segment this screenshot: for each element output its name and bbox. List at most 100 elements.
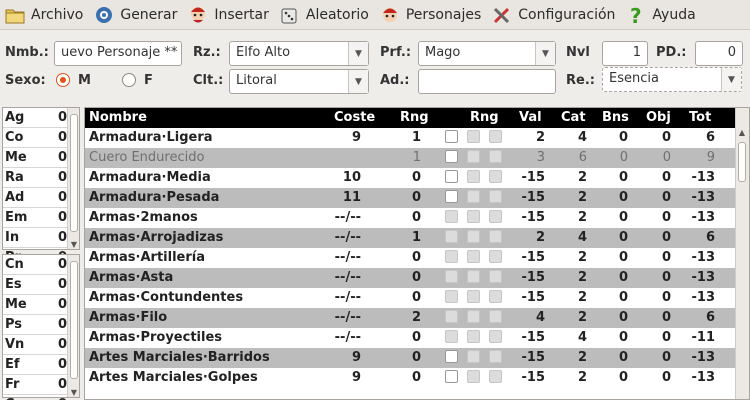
rank-checkbox[interactable] <box>467 250 480 263</box>
menu-ayuda[interactable]: ? Ayuda <box>625 4 695 28</box>
rank-checkbox[interactable] <box>445 210 458 223</box>
realm-combo[interactable]: Esencia ▼ <box>602 67 742 92</box>
name-field[interactable]: uevo Personaje ** <box>54 41 182 66</box>
chevron-up-icon[interactable]: ▲ <box>736 128 748 137</box>
rank-checkbox[interactable] <box>445 350 458 363</box>
table-row[interactable]: Armas·Asta --/-- 0 -15 2 0 0 -13 <box>85 268 736 288</box>
stat-value[interactable]: 0 <box>53 277 67 292</box>
rank-checkbox[interactable] <box>489 370 502 383</box>
rank-checkbox[interactable] <box>445 310 458 323</box>
rank-checkbox[interactable] <box>467 230 480 243</box>
stats-top-scrollbar[interactable]: ▼ <box>67 108 79 249</box>
rank-checkbox[interactable] <box>467 150 480 163</box>
chevron-down-icon[interactable]: ▼ <box>721 68 741 91</box>
rank-checkbox[interactable] <box>489 230 502 243</box>
table-row[interactable]: Artes Marciales·Barridos 9 0 -15 2 0 0 -13 <box>85 348 736 368</box>
stat-value[interactable]: 0 <box>53 190 67 205</box>
header-name[interactable]: Nombre <box>89 110 147 125</box>
stat-value[interactable]: 0 <box>53 357 67 372</box>
rank-checkbox[interactable] <box>489 270 502 283</box>
menu-configuracion[interactable]: Configuración <box>491 4 615 26</box>
rank-checkbox[interactable] <box>445 130 458 143</box>
table-scrollbar[interactable]: ▲ <box>735 108 749 399</box>
rank-checkbox[interactable] <box>467 350 480 363</box>
rank-checkbox[interactable] <box>489 310 502 323</box>
rank-checkbox[interactable] <box>489 130 502 143</box>
header-tot[interactable]: Tot <box>689 110 711 125</box>
table-row[interactable]: Armadura·Pesada 11 0 -15 2 0 0 -13 <box>85 188 736 208</box>
menu-aleatorio[interactable]: Aleatorio <box>279 4 369 26</box>
culture-combo[interactable]: Litoral ▼ <box>229 69 369 94</box>
rank-checkbox[interactable] <box>489 330 502 343</box>
chevron-down-icon[interactable]: ▼ <box>535 42 555 65</box>
table-row[interactable]: Cuero Endurecido 1 3 6 0 0 9 <box>85 148 736 168</box>
rank-checkbox[interactable] <box>489 350 502 363</box>
rank-checkbox[interactable] <box>467 270 480 283</box>
chevron-down-icon[interactable]: ▼ <box>348 70 368 93</box>
level-field[interactable]: 1 <box>602 41 648 66</box>
header-val[interactable]: Val <box>519 110 542 125</box>
stat-value[interactable]: 0 <box>53 297 67 312</box>
table-row[interactable]: Armadura·Media 10 0 -15 2 0 0 -13 <box>85 168 736 188</box>
table-row[interactable]: Armas·Proyectiles --/-- 0 -15 4 0 0 -11 <box>85 328 736 348</box>
table-row[interactable]: Armas·Artillería --/-- 0 -15 2 0 0 -13 <box>85 248 736 268</box>
stat-value[interactable]: 0 <box>53 377 67 392</box>
rank-checkbox[interactable] <box>467 290 480 303</box>
rank-checkbox[interactable] <box>489 210 502 223</box>
table-row[interactable]: Armas·Contundentes --/-- 0 -15 2 0 0 -13 <box>85 288 736 308</box>
sex-f-radio[interactable] <box>122 73 136 87</box>
rank-checkbox[interactable] <box>445 270 458 283</box>
ad-field[interactable] <box>418 69 556 94</box>
chevron-down-icon[interactable]: ▼ <box>348 42 368 65</box>
header-bns[interactable]: Bns <box>602 110 629 125</box>
table-row[interactable]: Artes Marciales·Golpes 9 0 -15 2 0 0 -13 <box>85 368 736 388</box>
rank-checkbox[interactable] <box>445 150 458 163</box>
rank-checkbox[interactable] <box>467 130 480 143</box>
menu-personajes[interactable]: Personajes <box>379 4 481 26</box>
rank-checkbox[interactable] <box>445 250 458 263</box>
scroll-thumb[interactable] <box>70 261 78 379</box>
rank-checkbox[interactable] <box>445 330 458 343</box>
header-obj[interactable]: Obj <box>646 110 671 125</box>
rank-checkbox[interactable] <box>467 370 480 383</box>
stat-value[interactable]: 0 <box>53 230 67 245</box>
menu-insertar[interactable]: Insertar <box>187 4 269 26</box>
chevron-down-icon[interactable]: ▼ <box>68 388 80 397</box>
table-row[interactable]: Armas·Arrojadizas --/-- 1 2 4 0 0 6 <box>85 228 736 248</box>
rank-checkbox[interactable] <box>445 170 458 183</box>
scroll-thumb[interactable] <box>738 142 746 182</box>
rank-checkbox[interactable] <box>467 170 480 183</box>
rank-checkbox[interactable] <box>445 230 458 243</box>
stat-value[interactable]: 0 <box>53 210 67 225</box>
stat-value[interactable]: 0 <box>53 317 67 332</box>
sex-m-radio[interactable] <box>56 73 70 87</box>
rank-checkbox[interactable] <box>445 370 458 383</box>
rank-checkbox[interactable] <box>489 290 502 303</box>
menu-archivo[interactable]: Archivo <box>4 4 83 26</box>
rank-checkbox[interactable] <box>467 190 480 203</box>
header-coste[interactable]: Coste <box>334 110 375 125</box>
chevron-down-icon[interactable]: ▼ <box>68 240 80 249</box>
dp-field[interactable]: 0 <box>695 41 743 66</box>
stats-bottom-scrollbar[interactable]: ▼ <box>67 255 79 397</box>
rank-checkbox[interactable] <box>445 290 458 303</box>
rank-checkbox[interactable] <box>467 330 480 343</box>
rank-checkbox[interactable] <box>467 210 480 223</box>
header-cat[interactable]: Cat <box>561 110 586 125</box>
scroll-thumb[interactable] <box>70 114 78 232</box>
stat-value[interactable]: 0 <box>53 170 67 185</box>
header-rng[interactable]: Rng <box>400 110 429 125</box>
stat-value[interactable]: 0 <box>53 130 67 145</box>
profession-combo[interactable]: Mago ▼ <box>418 41 556 66</box>
race-combo[interactable]: Elfo Alto ▼ <box>229 41 369 66</box>
rank-checkbox[interactable] <box>445 190 458 203</box>
stat-value[interactable]: 0 <box>53 257 67 272</box>
stat-value[interactable]: 0 <box>53 150 67 165</box>
rank-checkbox[interactable] <box>489 150 502 163</box>
header-rng2[interactable]: Rng <box>470 110 499 125</box>
rank-checkbox[interactable] <box>489 250 502 263</box>
table-row[interactable]: Armadura·Ligera 9 1 2 4 0 0 6 <box>85 128 736 148</box>
table-row[interactable]: Armas·2manos --/-- 0 -15 2 0 0 -13 <box>85 208 736 228</box>
table-row[interactable]: Armas·Filo --/-- 2 4 2 0 0 6 <box>85 308 736 328</box>
stat-value[interactable]: 0 <box>53 337 67 352</box>
